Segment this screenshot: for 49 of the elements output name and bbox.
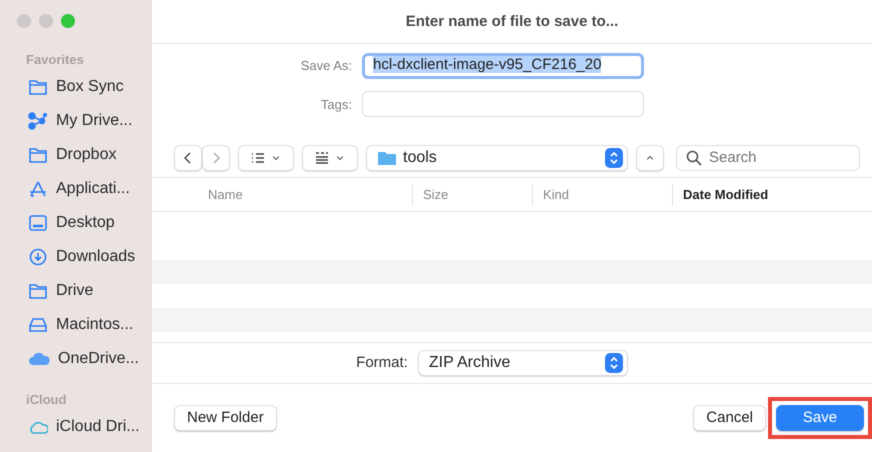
sidebar-item[interactable]: Downloads: [0, 240, 152, 274]
forward-button[interactable]: [202, 144, 230, 171]
minimize-button[interactable]: [39, 14, 53, 28]
window-title: Enter name of file to save to...: [152, 0, 872, 44]
cancel-button[interactable]: Cancel: [693, 404, 766, 431]
sidebar-item[interactable]: Desktop: [0, 206, 152, 240]
save-as-field[interactable]: hcl-dxclient-image-v95_CF216_20: [362, 52, 644, 79]
column-header[interactable]: Size: [412, 184, 532, 206]
column-header[interactable]: Date Modified: [672, 184, 872, 206]
sidebar-heading: iCloud: [25, 390, 68, 408]
field-label: Tags:: [320, 96, 353, 112]
save-button[interactable]: Save: [776, 404, 864, 431]
list-icon: [251, 150, 265, 165]
download-icon: [28, 248, 48, 266]
sidebar-item[interactable]: Dropbox: [0, 138, 152, 172]
sidebar-item[interactable]: My Drive...: [0, 104, 152, 138]
zoom-button[interactable]: [61, 14, 75, 28]
field-label: Save As:: [300, 58, 353, 74]
group-button[interactable]: [302, 144, 358, 171]
stepper-icon: [605, 148, 623, 168]
location-dropdown[interactable]: tools: [366, 144, 628, 171]
cloud-icon: [28, 350, 50, 368]
back-button[interactable]: [174, 144, 202, 171]
network-icon: [28, 112, 48, 130]
new-folder-button[interactable]: New Folder: [174, 404, 277, 431]
format-dropdown[interactable]: ZIP Archive: [418, 350, 628, 376]
sidebar-item[interactable]: Drive: [0, 274, 152, 308]
column-header[interactable]: Name: [152, 184, 412, 206]
sidebar-item[interactable]: Macintos...: [0, 308, 152, 342]
field-label: Format:: [356, 354, 408, 372]
close-button[interactable]: [17, 14, 31, 28]
folder-icon: [28, 146, 48, 164]
sidebar-item[interactable]: OneDrive...: [0, 342, 152, 376]
folder-icon: [28, 282, 48, 300]
folder-icon: [28, 78, 48, 96]
folder-icon: [377, 150, 397, 166]
expand-button[interactable]: [636, 144, 664, 171]
search-field[interactable]: Search: [676, 144, 860, 171]
column-header[interactable]: Kind: [532, 184, 672, 206]
sidebar-item[interactable]: Applicati...: [0, 172, 152, 206]
view-mode-button[interactable]: [238, 144, 294, 171]
grid-icon: [315, 150, 329, 165]
sidebar-item[interactable]: Box Sync: [0, 70, 152, 104]
sidebar-item[interactable]: iCloud Dri...: [0, 410, 152, 444]
desktop-icon: [28, 214, 48, 232]
tags-field[interactable]: [362, 91, 644, 118]
sidebar-heading: Favorites: [25, 50, 85, 68]
app-store-icon: [28, 180, 48, 198]
stepper-icon: [604, 352, 623, 373]
